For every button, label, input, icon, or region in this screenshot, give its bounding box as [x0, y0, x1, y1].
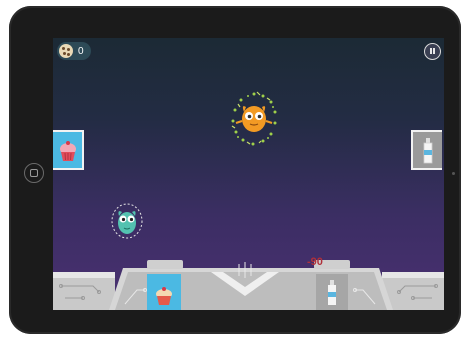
milk-bottle-icon: [328, 280, 336, 305]
game-screen[interactable]: 0 -90: [53, 38, 444, 310]
tray-milk-slot[interactable]: [316, 274, 348, 310]
home-button[interactable]: [24, 163, 44, 183]
pause-button[interactable]: [424, 43, 441, 60]
orange-monster[interactable]: [229, 90, 279, 148]
score-value: 0: [78, 45, 84, 57]
cookie-icon: [59, 44, 73, 58]
penalty-score: -90: [307, 256, 323, 268]
front-camera: [452, 172, 455, 175]
score-counter: 0: [57, 42, 91, 60]
left-food-card[interactable]: [53, 130, 84, 170]
spaceship-console: [53, 260, 444, 310]
milk-bottle-icon: [423, 138, 433, 164]
right-food-card[interactable]: [411, 130, 442, 170]
teal-monster[interactable]: [110, 202, 144, 240]
cupcake-icon: [156, 287, 172, 305]
cupcake-icon: [60, 141, 76, 161]
tray-cupcake-slot[interactable]: [147, 274, 181, 310]
